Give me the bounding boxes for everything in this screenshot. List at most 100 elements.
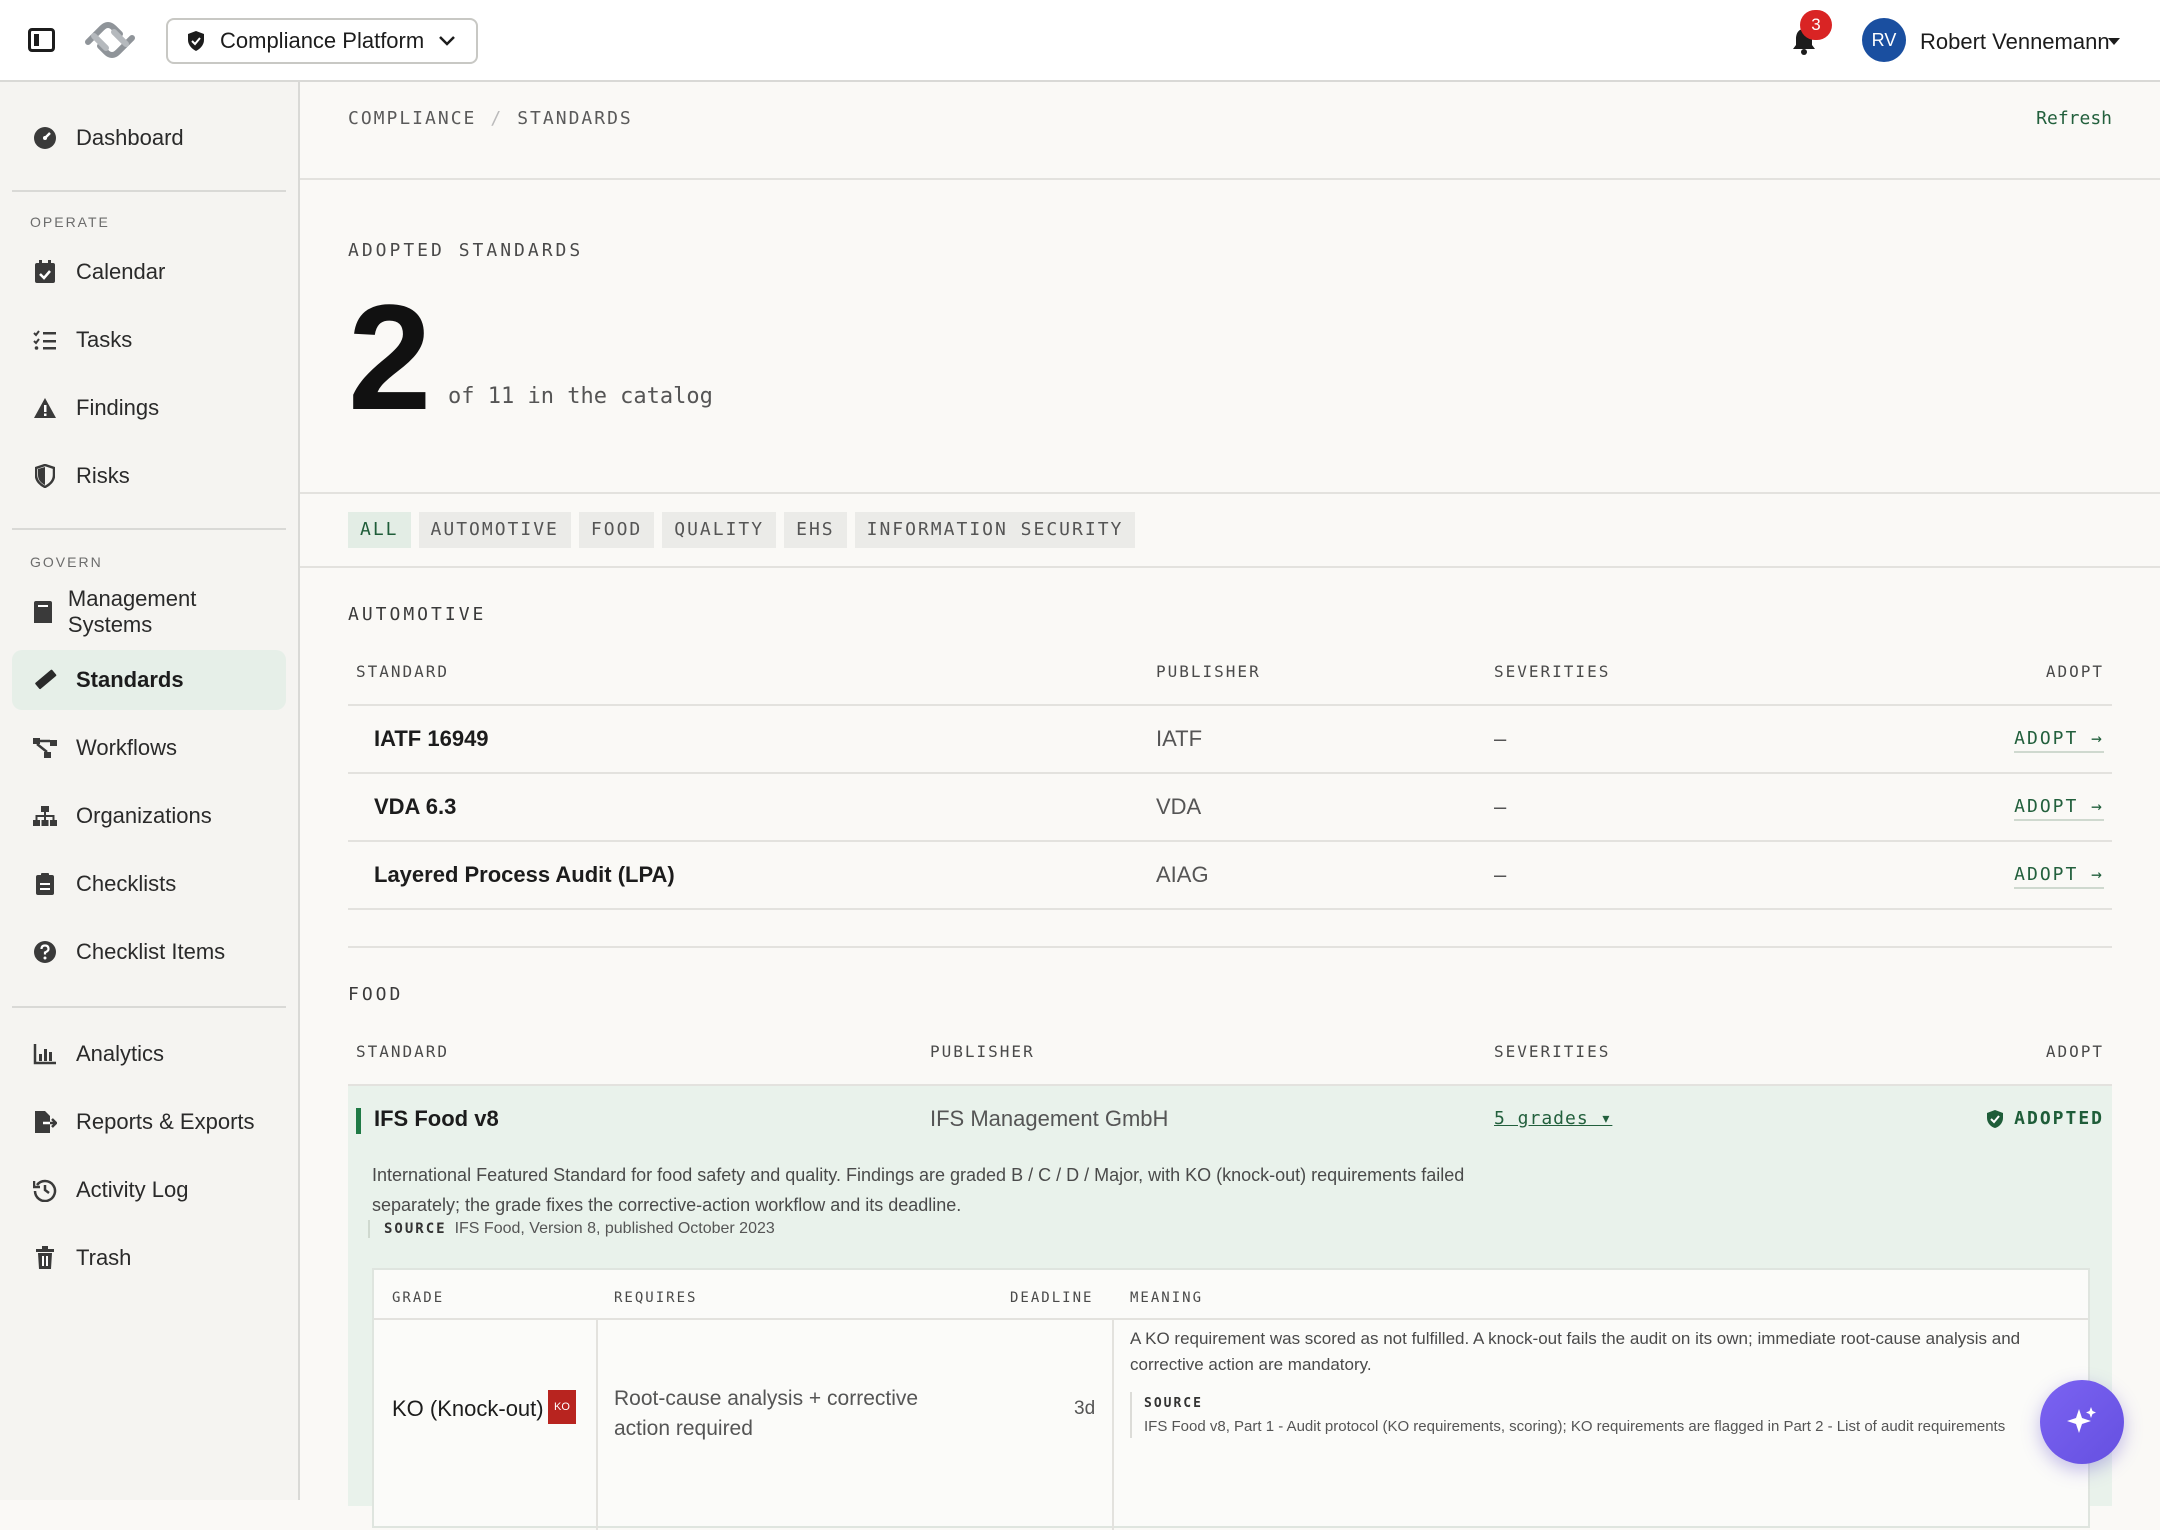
adopted-badge: ADOPTED: [1986, 1108, 2104, 1129]
sidebar-item-activity-log[interactable]: Activity Log: [12, 1160, 286, 1220]
divider: [300, 492, 2160, 494]
column-header-standard: STANDARD: [356, 662, 450, 681]
sidebar-item-reports-exports[interactable]: Reports & Exports: [12, 1092, 286, 1152]
ko-tag: KO: [548, 1390, 576, 1424]
breadcrumb-root[interactable]: COMPLIANCE: [348, 108, 476, 129]
sidebar-item-label: Activity Log: [76, 1177, 189, 1202]
divider: [374, 1318, 2088, 1320]
file-export-icon: [32, 1109, 58, 1135]
adopted-indicator: [356, 1108, 361, 1134]
shield-icon: [32, 463, 58, 489]
sidebar-item-checklists[interactable]: Checklists: [12, 854, 286, 914]
column-header-deadline: DEADLINE: [1010, 1290, 1094, 1306]
breadcrumb: COMPLIANCE / STANDARDS: [348, 108, 633, 129]
grade-meaning: A KO requirement was scored as not fulfi…: [1130, 1329, 2021, 1374]
caret-down-icon[interactable]: [2108, 38, 2120, 45]
chevron-down-icon: [439, 36, 455, 46]
sidebar-item-dashboard[interactable]: Dashboard: [12, 108, 286, 168]
sidebar-item-label: Tasks: [76, 327, 133, 352]
breadcrumb-current: STANDARDS: [517, 108, 633, 129]
sidebar-item-label: Analytics: [76, 1041, 165, 1066]
top-bar: Compliance Platform 3 RV Robert Venneman…: [0, 0, 2160, 82]
column-header-standard: STANDARD: [356, 1042, 450, 1061]
severities-toggle[interactable]: 5 grades ▾: [1494, 1108, 1612, 1129]
bar-chart-icon: [32, 1041, 58, 1067]
standard-name[interactable]: IFS Food v8: [374, 1106, 499, 1132]
sidebar-item-risks[interactable]: Risks: [12, 446, 286, 506]
sidebar-item-label: Management Systems: [67, 586, 197, 637]
section-heading-govern: GOVERN: [30, 554, 103, 570]
adopted-count: 2: [348, 273, 432, 441]
column-header-grade: GRADE: [392, 1290, 445, 1306]
sidebar-item-calendar[interactable]: Calendar: [12, 242, 286, 302]
sidebar-item-label: Reports & Exports: [76, 1109, 255, 1134]
filter-chips: ALL AUTOMOTIVE FOOD QUALITY EHS INFORMAT…: [348, 512, 1136, 548]
calendar-check-icon: [32, 259, 58, 285]
sidebar-item-trash[interactable]: Trash: [12, 1228, 286, 1288]
checklist-icon: [32, 327, 58, 353]
filter-chip-food[interactable]: FOOD: [578, 512, 655, 548]
standard-name[interactable]: Layered Process Audit (LPA): [374, 862, 675, 888]
divider: [12, 528, 286, 530]
grade-table: GRADE REQUIRES DEADLINE MEANING KO (Knoc…: [372, 1268, 2090, 1530]
column-header-severities: SEVERITIES: [1494, 662, 1611, 681]
severities: –: [1494, 862, 1507, 887]
filter-chip-quality[interactable]: QUALITY: [662, 512, 777, 548]
sidebar-item-standards[interactable]: Standards: [12, 650, 286, 710]
refresh-button[interactable]: Refresh: [2036, 108, 2112, 129]
table-row: IATF 16949 IATF – ADOPT →: [348, 706, 2112, 774]
publisher: VDA: [1156, 794, 1202, 819]
user-name[interactable]: Robert Vennemann: [1920, 29, 2110, 55]
automotive-table: STANDARD PUBLISHER SEVERITIES ADOPT IATF…: [348, 662, 2112, 992]
filter-chip-automotive[interactable]: AUTOMOTIVE: [418, 512, 571, 548]
column-header-severities: SEVERITIES: [1494, 1042, 1611, 1061]
sidebar-toggle-icon[interactable]: [28, 28, 55, 52]
sidebar-item-tasks[interactable]: Tasks: [12, 310, 286, 370]
source-text: IFS Food, Version 8, published October 2…: [454, 1220, 775, 1237]
grade-source: SOURCE IFS Food v8, Part 1 - Audit proto…: [1130, 1392, 2050, 1438]
sidebar-item-label: Checklist Items: [76, 939, 226, 964]
publisher: AIAG: [1156, 862, 1209, 887]
source-label: SOURCE: [1144, 1396, 1203, 1411]
catalog-subtitle: of 11 in the catalog: [448, 384, 713, 409]
sidebar-item-analytics[interactable]: Analytics: [12, 1024, 286, 1084]
column-header-requires: REQUIRES: [614, 1290, 698, 1306]
filter-chip-all[interactable]: ALL: [348, 512, 411, 548]
column-header-meaning: MEANING: [1130, 1290, 1204, 1306]
adopt-button[interactable]: ADOPT →: [2014, 728, 2104, 753]
sidebar-item-workflows[interactable]: Workflows: [12, 718, 286, 778]
shield-check-icon: [1987, 1109, 2004, 1128]
platform-select[interactable]: Compliance Platform: [166, 18, 478, 64]
filter-chip-ehs[interactable]: EHS: [784, 512, 847, 548]
logo-icon[interactable]: [80, 16, 140, 64]
filter-chip-information-security[interactable]: INFORMATION SECURITY: [854, 512, 1136, 548]
adopted-standards-kicker: ADOPTED STANDARDS: [348, 240, 584, 261]
adopt-button[interactable]: ADOPT →: [2014, 864, 2104, 889]
avatar[interactable]: RV: [1862, 18, 1906, 62]
group-title-automotive: AUTOMOTIVE: [348, 604, 487, 625]
sidebar: Dashboard OPERATE Calendar Tasks Finding…: [0, 82, 300, 1500]
column-header-publisher: PUBLISHER: [930, 1042, 1035, 1061]
divider: [300, 566, 2160, 568]
sidebar-item-organizations[interactable]: Organizations: [12, 786, 286, 846]
standard-name[interactable]: IATF 16949: [374, 726, 489, 752]
divider: [1112, 1320, 1114, 1530]
sidebar-item-management-systems[interactable]: Management Systems: [12, 582, 286, 642]
adopt-button[interactable]: ADOPT →: [2014, 796, 2104, 821]
main-content: COMPLIANCE / STANDARDS Refresh ADOPTED STA…: [300, 82, 2160, 1530]
sidebar-item-findings[interactable]: Findings: [12, 378, 286, 438]
clipboard-icon: [32, 871, 58, 897]
ai-assistant-button[interactable]: [2040, 1380, 2124, 1464]
sidebar-item-label: Checklists: [76, 871, 177, 896]
workflow-icon: [32, 735, 58, 761]
standard-description: International Featured Standard for food…: [372, 1165, 1465, 1215]
publisher: IFS Management GmbH: [930, 1106, 1169, 1131]
column-header-adopt: ADOPT: [2045, 1042, 2104, 1061]
standard-name[interactable]: VDA 6.3: [374, 794, 456, 820]
sidebar-item-checklist-items[interactable]: Checklist Items: [12, 922, 286, 982]
sidebar-item-label: Trash: [76, 1245, 132, 1270]
sparkles-icon: [2067, 1407, 2096, 1433]
standard-source: SOURCE IFS Food, Version 8, published Oct…: [368, 1220, 775, 1238]
adopted-standard-row: IFS Food v8 IFS Management GmbH 5 grades…: [348, 1086, 2112, 1530]
divider: [300, 178, 2160, 180]
